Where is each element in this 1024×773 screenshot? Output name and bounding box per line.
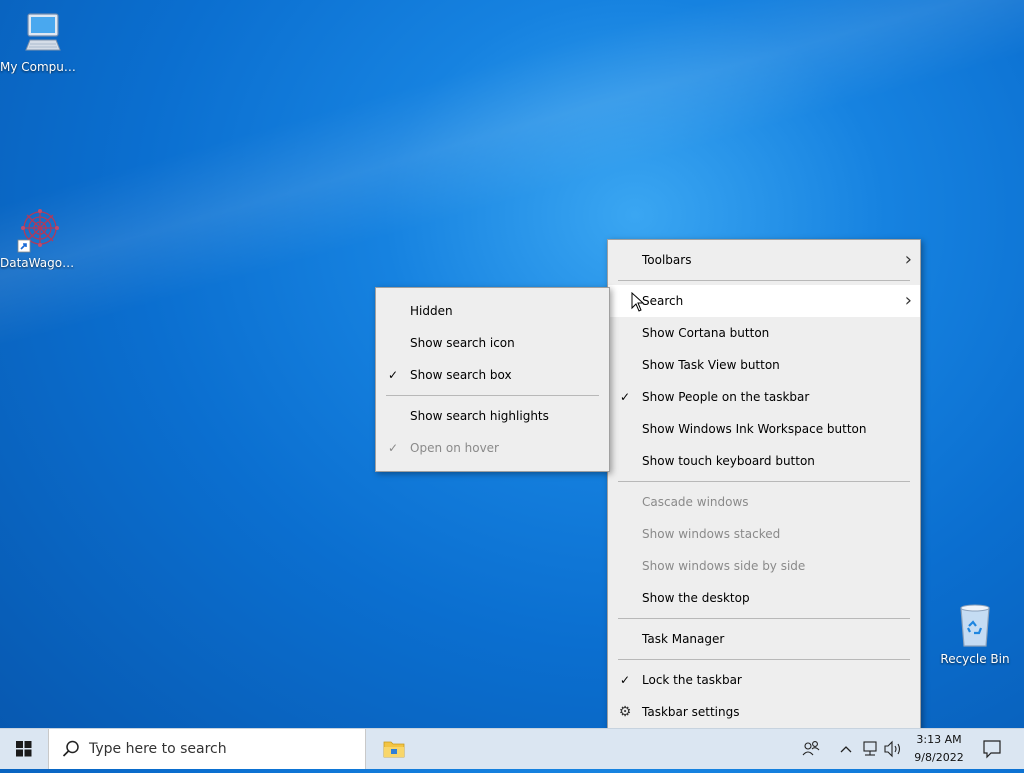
notification-icon (983, 740, 1001, 759)
menu-item-label: Toolbars (642, 253, 692, 267)
menu-separator (618, 280, 910, 281)
desktop-icon-label: DataWagon... (0, 256, 80, 270)
clock-date: 9/8/2022 (914, 751, 964, 764)
menu-item-task-manager[interactable]: Task Manager (608, 623, 920, 655)
taskbar[interactable]: Type here to search 3:13 AM 9/8/2022 (0, 728, 1024, 769)
system-clock[interactable]: 3:13 AM 9/8/2022 (908, 731, 970, 767)
checkmark-icon: ✓ (387, 441, 399, 455)
menu-item-label: Hidden (410, 304, 453, 318)
menu-separator (618, 659, 910, 660)
menu-item-show-cortana[interactable]: Show Cortana button (608, 317, 920, 349)
menu-separator (618, 618, 910, 619)
menu-item-label: Show touch keyboard button (642, 454, 815, 468)
desktop-icon-recycle-bin[interactable]: Recycle Bin (935, 602, 1015, 666)
search-submenu: Hidden Show search icon ✓ Show search bo… (375, 287, 610, 472)
submenu-item-show-search-highlights[interactable]: Show search highlights (376, 400, 609, 432)
recycle-bin-icon (951, 602, 999, 650)
desktop-icon-label: My Computer (0, 60, 80, 74)
menu-item-label: Show search highlights (410, 409, 549, 423)
menu-item-windows-side-by-side: Show windows side by side (608, 550, 920, 582)
menu-item-show-task-view[interactable]: Show Task View button (608, 349, 920, 381)
menu-item-label: Show windows stacked (642, 527, 781, 541)
network-icon[interactable] (860, 729, 880, 769)
volume-icon[interactable] (882, 729, 904, 769)
mouse-cursor-icon (631, 291, 645, 316)
menu-separator (386, 395, 599, 396)
menu-item-label: Search (642, 294, 684, 308)
folder-icon (383, 741, 405, 758)
menu-separator (618, 481, 910, 482)
menu-item-show-ink-workspace[interactable]: Show Windows Ink Workspace button (608, 413, 920, 445)
chevron-right-icon: › (904, 249, 912, 270)
desktop-icon-datawagon[interactable]: DataWagon... (0, 206, 80, 270)
submenu-item-hidden[interactable]: Hidden (376, 295, 609, 327)
menu-item-label: Taskbar settings (642, 705, 740, 719)
menu-item-label: Show Task View button (642, 358, 780, 372)
menu-item-show-desktop[interactable]: Show the desktop (608, 582, 920, 614)
people-icon[interactable] (800, 729, 822, 769)
datawagon-app-icon (16, 206, 64, 254)
start-button[interactable] (0, 729, 48, 769)
checkmark-icon: ✓ (619, 390, 631, 404)
menu-item-lock-taskbar[interactable]: ✓ Lock the taskbar (608, 664, 920, 696)
menu-item-label: Show Windows Ink Workspace button (642, 422, 867, 436)
menu-item-label: Show the desktop (642, 591, 750, 605)
checkmark-icon: ✓ (387, 368, 399, 382)
action-center-button[interactable] (976, 729, 1008, 769)
menu-item-label: Show search icon (410, 336, 515, 350)
computer-icon (16, 10, 64, 58)
menu-item-search[interactable]: Search › (608, 285, 920, 317)
search-icon (61, 739, 81, 763)
submenu-item-open-on-hover: ✓ Open on hover (376, 432, 609, 464)
desktop-icon-my-computer[interactable]: My Computer (0, 10, 80, 74)
menu-item-label: Show search box (410, 368, 512, 382)
chevron-right-icon: › (904, 290, 912, 311)
file-explorer-taskbar-button[interactable] (376, 729, 412, 769)
menu-item-show-touch-keyboard[interactable]: Show touch keyboard button (608, 445, 920, 477)
windows-logo-icon (16, 741, 32, 757)
taskbar-context-menu: Toolbars › Search › Show Cortana button … (607, 239, 921, 733)
checkmark-icon: ✓ (619, 673, 631, 687)
desktop-icon-label: Recycle Bin (940, 652, 1010, 666)
submenu-item-show-search-icon[interactable]: Show search icon (376, 327, 609, 359)
menu-item-label: Open on hover (410, 441, 499, 455)
menu-item-show-people[interactable]: ✓ Show People on the taskbar (608, 381, 920, 413)
menu-item-label: Show Cortana button (642, 326, 770, 340)
menu-item-taskbar-settings[interactable]: ⚙ Taskbar settings (608, 696, 920, 728)
menu-item-label: Lock the taskbar (642, 673, 742, 687)
chevron-up-icon[interactable] (836, 729, 856, 769)
submenu-item-show-search-box[interactable]: ✓ Show search box (376, 359, 609, 391)
menu-item-windows-stacked: Show windows stacked (608, 518, 920, 550)
menu-item-toolbars[interactable]: Toolbars › (608, 244, 920, 276)
menu-item-label: Cascade windows (642, 495, 749, 509)
search-placeholder: Type here to search (89, 741, 227, 757)
taskbar-search-box[interactable]: Type here to search (48, 729, 366, 769)
menu-item-label: Task Manager (642, 632, 725, 646)
menu-item-cascade-windows: Cascade windows (608, 486, 920, 518)
menu-item-label: Show People on the taskbar (642, 390, 810, 404)
clock-time: 3:13 AM (916, 733, 962, 746)
gear-icon: ⚙ (618, 704, 632, 720)
menu-item-label: Show windows side by side (642, 559, 806, 573)
